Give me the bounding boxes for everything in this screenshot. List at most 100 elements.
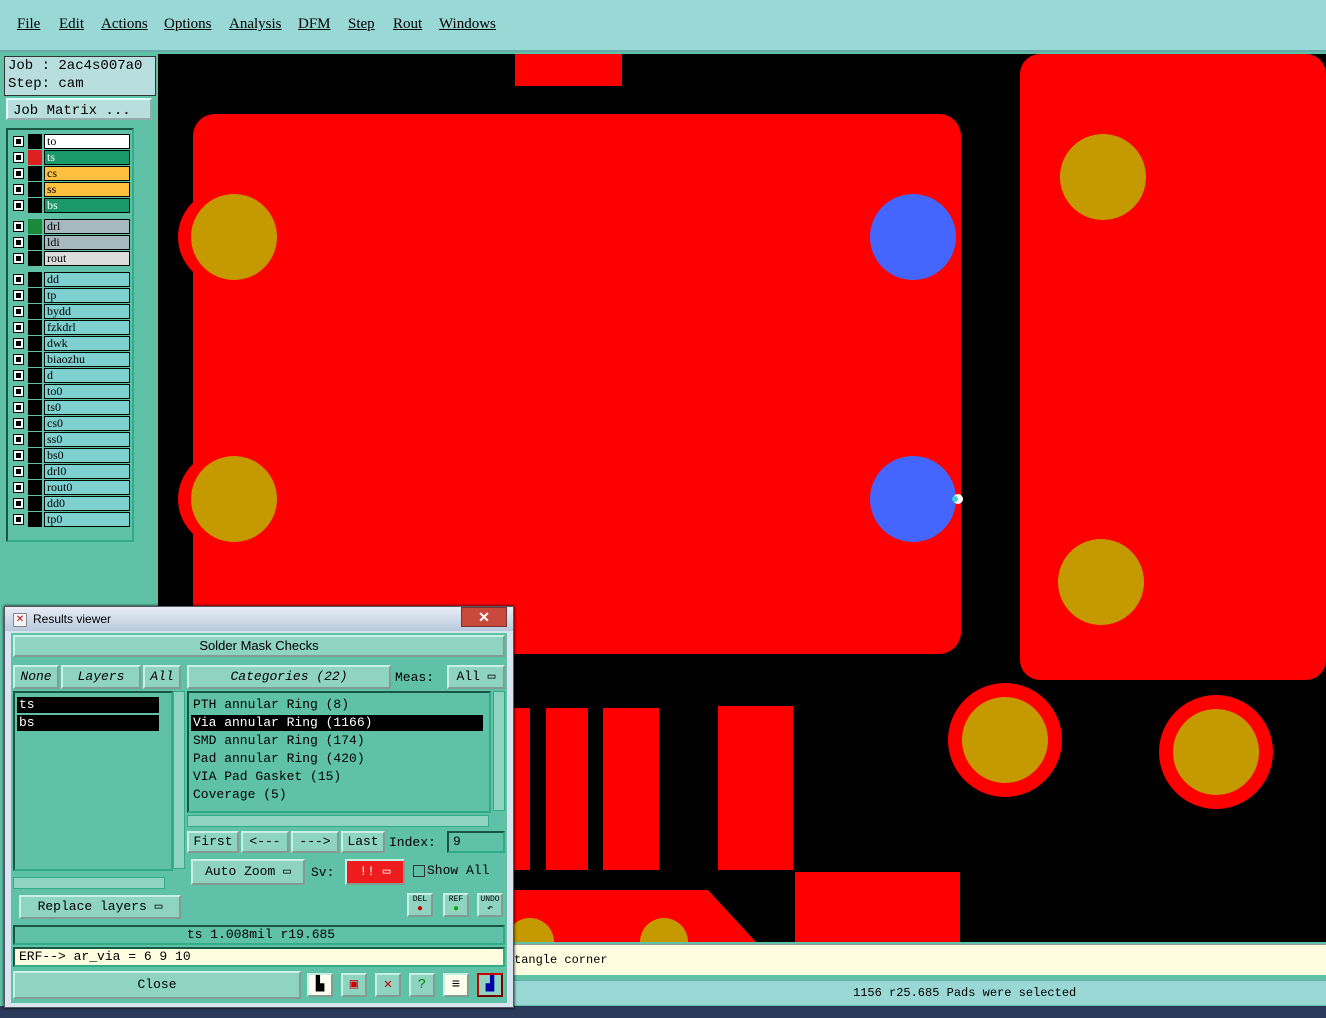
layer-color-swatch[interactable] [28,198,42,213]
layer-checkbox[interactable] [13,168,24,179]
layer-checkbox[interactable] [13,418,24,429]
category-item[interactable]: PTH annular Ring (8) [191,697,483,713]
layer-row[interactable]: to0 [10,384,130,399]
layer-row[interactable]: d [10,368,130,383]
layer-row[interactable]: dd [10,272,130,287]
layer-color-swatch[interactable] [28,416,42,431]
chart-icon[interactable]: ▙ [307,973,333,997]
layer-row[interactable]: bs0 [10,448,130,463]
menu-dfm[interactable]: DFM [298,16,331,33]
menu-actions[interactable]: Actions [101,16,148,33]
menu-file[interactable]: File [17,16,40,33]
notes-icon[interactable]: ≡ [443,973,469,997]
meas-dropdown[interactable]: All ▭ [447,665,505,689]
layer-checkbox[interactable] [13,450,24,461]
layer-name[interactable]: to0 [44,384,130,399]
layer-row[interactable]: drl [10,219,130,234]
layer-checkbox[interactable] [13,482,24,493]
layer-color-swatch[interactable] [28,368,42,383]
layer-color-swatch[interactable] [28,336,42,351]
histogram-icon[interactable]: ▟ [477,973,503,997]
layer-color-swatch[interactable] [28,134,42,149]
layer-row[interactable]: bydd [10,304,130,319]
layer-name[interactable]: ss0 [44,432,130,447]
layer-name[interactable]: rout0 [44,480,130,495]
layer-name[interactable]: drl [44,219,130,234]
layer-row[interactable]: fzkdrl [10,320,130,335]
layer-name[interactable]: drl0 [44,464,130,479]
layer-row[interactable]: ss [10,182,130,197]
layer-checkbox[interactable] [13,498,24,509]
exclude-icon[interactable]: ✕ [375,973,401,997]
layer-row[interactable]: bs [10,198,130,213]
menu-analysis[interactable]: Analysis [229,16,282,33]
layer-row[interactable]: ts [10,150,130,165]
layer-checkbox[interactable] [13,290,24,301]
layer-row[interactable]: tp0 [10,512,130,527]
layer-name[interactable]: tp [44,288,130,303]
refresh-button[interactable]: REF ● [443,893,469,917]
layer-name[interactable]: dd0 [44,496,130,511]
layer-name[interactable]: ss [44,182,130,197]
layer-name[interactable]: ts0 [44,400,130,415]
layer-row[interactable]: biaozhu [10,352,130,367]
layer-color-swatch[interactable] [28,352,42,367]
layer-color-swatch[interactable] [28,182,42,197]
layer-name[interactable]: cs0 [44,416,130,431]
index-input[interactable]: 9 [447,831,505,853]
layer-color-swatch[interactable] [28,400,42,415]
layer-color-swatch[interactable] [28,272,42,287]
layer-checkbox[interactable] [13,253,24,264]
layer-color-swatch[interactable] [28,496,42,511]
close-button[interactable]: Close [13,971,301,999]
layer-color-swatch[interactable] [28,251,42,266]
category-item[interactable]: Via annular Ring (1166) [191,715,483,731]
help-icon[interactable]: ? [409,973,435,997]
results-viewer-titlebar[interactable]: ✕ Results viewer ✕ [5,607,513,631]
layer-row[interactable]: drl0 [10,464,130,479]
layer-checkbox[interactable] [13,152,24,163]
layer-checkbox[interactable] [13,402,24,413]
layers-button[interactable]: Layers [61,665,141,689]
layer-checkbox[interactable] [13,370,24,381]
layer-row[interactable]: ts0 [10,400,130,415]
categories-button[interactable]: Categories (22) [187,665,391,689]
layer-row[interactable]: rout0 [10,480,130,495]
layer-name[interactable]: dwk [44,336,130,351]
menu-step[interactable]: Step [348,16,375,33]
previous-button[interactable]: <--- [241,831,289,853]
replace-layers-dropdown[interactable]: Replace layers ▭ [19,895,181,919]
sv-dropdown[interactable]: !! ▭ [345,859,405,885]
layer-name[interactable]: bs0 [44,448,130,463]
layer-checkbox[interactable] [13,184,24,195]
next-button[interactable]: ---> [291,831,339,853]
none-button[interactable]: None [13,665,59,689]
layer-checkbox[interactable] [13,386,24,397]
layers-h-scrollbar[interactable] [13,877,165,889]
layer-checkbox[interactable] [13,434,24,445]
layer-color-swatch[interactable] [28,464,42,479]
layer-name[interactable]: bs [44,198,130,213]
layer-checkbox[interactable] [13,200,24,211]
layer-checkbox[interactable] [13,338,24,349]
last-button[interactable]: Last [341,831,385,853]
categories-h-scrollbar[interactable] [187,815,489,827]
layer-name[interactable]: ldi [44,235,130,250]
menu-options[interactable]: Options [164,16,212,33]
layer-checkbox[interactable] [13,514,24,525]
undo-button[interactable]: UNDO ↶ [477,893,503,917]
layers-list[interactable]: ts bs [13,691,173,871]
layer-color-swatch[interactable] [28,288,42,303]
menu-edit[interactable]: Edit [59,16,84,33]
layer-checkbox[interactable] [13,354,24,365]
layer-color-swatch[interactable] [28,166,42,181]
layer-row[interactable]: rout [10,251,130,266]
layer-checkbox[interactable] [13,466,24,477]
job-matrix-button[interactable]: Job Matrix ... [6,98,152,120]
layer-row[interactable]: ss0 [10,432,130,447]
layer-color-swatch[interactable] [28,480,42,495]
layers-scrollbar[interactable] [173,691,185,869]
layer-name[interactable]: tp0 [44,512,130,527]
layer-name[interactable]: fzkdrl [44,320,130,335]
layer-color-swatch[interactable] [28,320,42,335]
